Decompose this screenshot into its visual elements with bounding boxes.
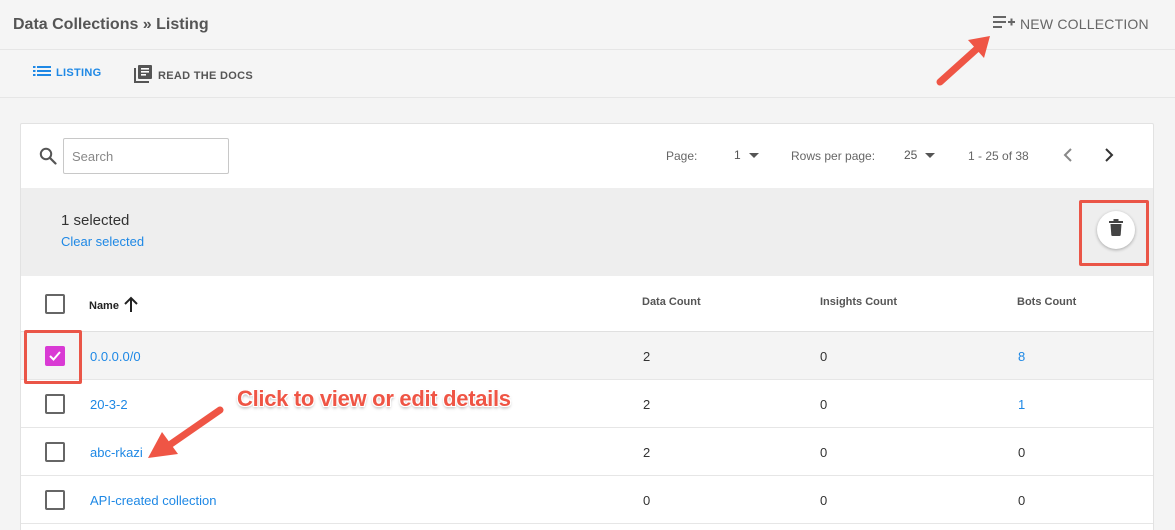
new-collection-button[interactable]: NEW COLLECTION — [993, 14, 1149, 33]
collection-name-link[interactable]: 0.0.0.0/0 — [90, 349, 141, 364]
column-header-insights-count[interactable]: Insights Count — [820, 296, 897, 308]
data-count: 2 — [643, 397, 651, 412]
tab-read-the-docs[interactable]: READ THE DOCS — [133, 64, 253, 87]
select-all-checkbox[interactable] — [45, 294, 65, 314]
bots-count-link[interactable]: 1 — [1018, 397, 1025, 412]
trash-icon — [1109, 219, 1123, 241]
rows-per-page-label: Rows per page: — [791, 149, 876, 163]
table-row[interactable]: 0.0.0.0/0 2 0 8 — [21, 332, 1153, 380]
bots-count: 0 — [1018, 493, 1026, 508]
annotation-arrow-icon — [930, 30, 1000, 95]
checkbox-highlight-box — [24, 330, 82, 384]
arrow-up-icon — [119, 296, 138, 315]
library-books-icon — [133, 64, 158, 87]
selected-count: 1 selected — [61, 212, 130, 229]
data-count: 0 — [643, 493, 651, 508]
data-count: 2 — [643, 445, 651, 460]
row-checkbox[interactable] — [45, 442, 65, 462]
insights-count: 0 — [820, 445, 828, 460]
search-input[interactable] — [63, 138, 229, 174]
pagination-range: 1 - 25 of 38 — [968, 149, 1029, 163]
chevron-right-icon[interactable] — [1101, 146, 1117, 169]
caret-down-icon — [925, 152, 936, 158]
insights-count: 0 — [820, 493, 828, 508]
rows-per-page-select[interactable]: 25 — [904, 148, 936, 162]
collection-name-link[interactable]: abc-rkazi — [90, 445, 143, 460]
insights-count: 0 — [820, 397, 828, 412]
tab-listing[interactable]: LISTING — [33, 64, 102, 81]
tab-docs-label: READ THE DOCS — [158, 69, 253, 82]
caret-down-icon — [748, 152, 759, 158]
bots-count: 0 — [1018, 445, 1026, 460]
insights-count: 0 — [820, 349, 828, 364]
table-header: Name Data Count Insights Count Bots Coun… — [21, 276, 1153, 332]
clear-selected-link[interactable]: Clear selected — [61, 234, 144, 249]
table-row[interactable]: API-created collection 0 0 0 — [21, 476, 1153, 524]
new-collection-label: NEW COLLECTION — [1020, 15, 1149, 32]
bots-count-link[interactable]: 8 — [1018, 349, 1025, 364]
column-name-label: Name — [89, 299, 119, 312]
chevron-left-icon[interactable] — [1061, 146, 1077, 169]
column-header-name[interactable]: Name — [89, 296, 138, 315]
breadcrumb: Data Collections » Listing — [13, 16, 209, 33]
row-checkbox[interactable] — [45, 490, 65, 510]
collection-name-link[interactable]: 20-3-2 — [90, 397, 128, 412]
data-count: 2 — [643, 349, 651, 364]
column-header-bots-count[interactable]: Bots Count — [1017, 296, 1076, 308]
annotation-callout-text: Click to view or edit details — [237, 386, 511, 411]
column-header-data-count[interactable]: Data Count — [642, 296, 701, 308]
delete-button[interactable] — [1097, 211, 1135, 249]
rows-per-page-value: 25 — [904, 148, 918, 162]
page-value: 1 — [734, 148, 741, 162]
page-label: Page: — [666, 149, 698, 163]
page-select[interactable]: 1 — [734, 148, 759, 162]
tab-listing-label: LISTING — [56, 66, 102, 79]
collection-name-link[interactable]: API-created collection — [90, 493, 216, 508]
annotation-arrow-icon — [140, 400, 230, 470]
row-checkbox[interactable] — [45, 394, 65, 414]
search-icon — [39, 147, 57, 170]
selection-bar: 1 selected Clear selected — [21, 188, 1153, 276]
list-icon — [33, 64, 56, 81]
